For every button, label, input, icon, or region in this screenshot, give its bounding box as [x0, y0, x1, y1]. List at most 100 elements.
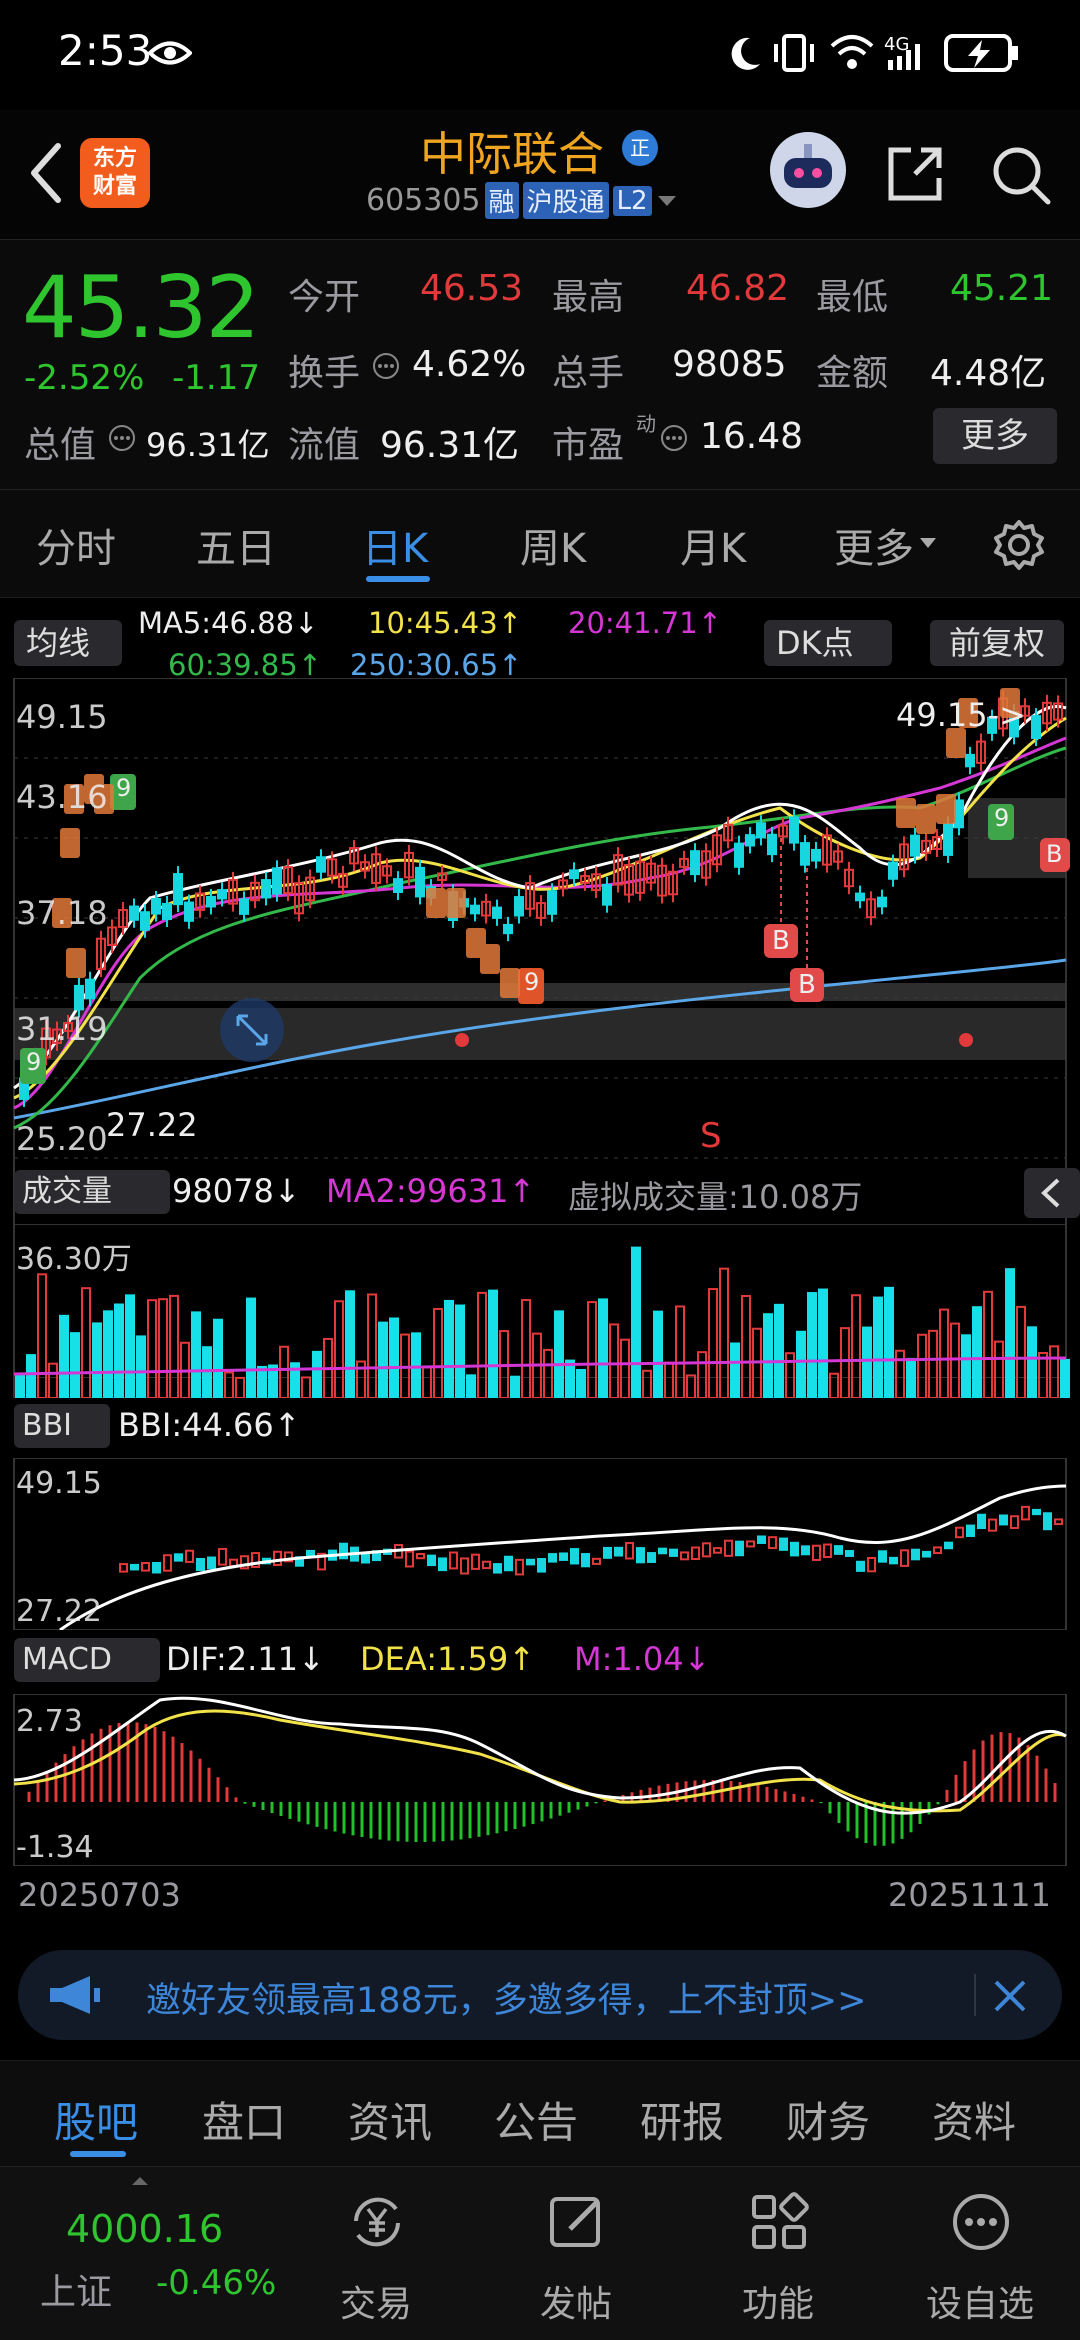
info-dots-icon[interactable]	[660, 424, 688, 452]
volume-bar	[378, 1321, 388, 1398]
bbi-candle	[460, 1557, 469, 1575]
bbi-candle	[768, 1536, 777, 1550]
pe-label: 市盈	[552, 425, 625, 466]
bbi-candle	[592, 1557, 601, 1565]
volume-bar	[59, 1314, 69, 1398]
volume-bar	[763, 1313, 773, 1398]
nav-functions-label: 功能	[741, 2284, 814, 2325]
volume-bar	[125, 1294, 135, 1398]
info-dots-icon[interactable]	[108, 424, 136, 452]
candle-body	[492, 906, 502, 919]
tab-news[interactable]: 资讯	[348, 2089, 432, 2150]
tab-five-day[interactable]: 五日	[196, 516, 276, 574]
promo-banner[interactable]: 邀好友领最高188元，多邀多得，上不封顶>>	[18, 1950, 1062, 2040]
bbi-candle	[207, 1556, 216, 1570]
index-ticker[interactable]: 4000.16 上证 -0.46%	[20, 2167, 290, 2340]
bbi-candle	[878, 1550, 887, 1563]
tab-guba[interactable]: 股吧	[54, 2089, 138, 2150]
volume-selector[interactable]: 成交量	[14, 1170, 170, 1214]
bbi-candle	[1010, 1515, 1019, 1529]
kline-chart-area[interactable]: 均线 MA5:46.88↓ 10:45.43↑ 20:41.71↑ 60:39.…	[0, 598, 1080, 1938]
volume-ma2: MA2:99631↑	[326, 1172, 536, 1210]
bbi-candle	[691, 1546, 700, 1560]
bbi-candle	[427, 1554, 436, 1567]
volume-bar	[433, 1308, 443, 1398]
volume-bar	[917, 1333, 927, 1398]
close-icon[interactable]	[990, 1976, 1030, 2016]
tab-announcements[interactable]: 公告	[494, 2089, 578, 2150]
macd-chart[interactable]	[0, 1694, 1080, 1866]
bbi-candle	[1032, 1508, 1041, 1516]
mktcap-label: 总值	[24, 425, 97, 466]
tab-research[interactable]: 研报	[640, 2089, 724, 2150]
info-dots-icon[interactable]	[372, 352, 400, 380]
volume-bar	[202, 1346, 212, 1398]
collapse-panel-button[interactable]	[1024, 1168, 1080, 1218]
quote-panel: 45.32 -2.52% -1.17 今开 46.53 最高 46.82 最低 …	[0, 240, 1080, 490]
nav-post[interactable]: 发帖	[506, 2167, 646, 2340]
nav-trade[interactable]: 交易	[306, 2167, 446, 2340]
bbi-candle	[273, 1550, 282, 1566]
eye-icon	[148, 41, 192, 65]
assistant-robot-icon[interactable]	[770, 132, 846, 208]
tab-finance[interactable]: 财务	[786, 2089, 870, 2150]
nav-add-watchlist[interactable]: 设自选	[910, 2167, 1050, 2340]
logo-text-bottom: 财富	[92, 174, 137, 199]
tab-monthly-k[interactable]: 月K	[680, 516, 746, 574]
volume-bar	[741, 1295, 751, 1398]
volume-bar	[862, 1326, 872, 1398]
candle-body	[767, 833, 777, 856]
bbi-candle	[911, 1548, 920, 1561]
bbi-candle	[416, 1553, 425, 1560]
volume-bar	[37, 1273, 47, 1398]
macd-selector[interactable]: MACD	[14, 1638, 160, 1682]
more-button[interactable]: 更多	[933, 408, 1057, 464]
volume-bar	[1027, 1326, 1037, 1398]
edit-icon	[550, 2197, 600, 2247]
volume-bar	[851, 1294, 861, 1398]
ma-selector[interactable]: 均线	[14, 620, 122, 666]
search-icon[interactable]	[990, 144, 1052, 206]
volume-bar	[1005, 1268, 1015, 1398]
nine-label: 9	[524, 968, 540, 996]
candle-body	[943, 823, 953, 856]
volume-bar	[477, 1291, 487, 1398]
volume-bar	[664, 1361, 674, 1398]
tab-weekly-k[interactable]: 周K	[520, 516, 586, 574]
index-value: 4000.16	[66, 2207, 224, 2251]
volume-chart[interactable]	[0, 1224, 1080, 1398]
wifi-icon	[830, 35, 874, 69]
stock-name[interactable]: 中际联合	[420, 118, 604, 184]
tab-daily-k[interactable]: 日K	[362, 516, 428, 574]
high-label: 最高	[552, 277, 625, 318]
gear-icon[interactable]	[992, 518, 1046, 572]
bbi-candle	[559, 1552, 568, 1561]
stock-code-row[interactable]: 605305 融 沪股通 L2	[366, 182, 678, 219]
bbi-candle	[658, 1547, 667, 1555]
volume-bar	[1049, 1345, 1059, 1398]
change-percent: -2.52%	[24, 358, 145, 398]
bbi-candle	[955, 1526, 964, 1539]
back-icon[interactable]	[22, 138, 72, 208]
tab-profile[interactable]: 资料	[932, 2089, 1016, 2150]
tab-order-book[interactable]: 盘口	[202, 2089, 286, 2150]
bbi-chart[interactable]	[0, 1458, 1080, 1630]
adjust-mode-button[interactable]: 前复权	[930, 620, 1064, 666]
turnover-label: 换手	[288, 353, 361, 394]
nav-functions[interactable]: 功能	[708, 2167, 848, 2340]
promo-text[interactable]: 邀好友领最高188元，多邀多得，上不封顶>>	[146, 1972, 866, 2023]
volume-bar	[312, 1350, 322, 1398]
bbi-candle	[449, 1551, 458, 1570]
tab-intraday[interactable]: 分时	[36, 516, 116, 574]
bbi-candle	[438, 1557, 447, 1572]
volume-bar	[488, 1289, 498, 1398]
yen-refresh-icon	[354, 2197, 400, 2247]
l2-tag: L2	[612, 185, 652, 216]
share-icon[interactable]	[885, 144, 945, 204]
bbi-candle	[966, 1524, 975, 1537]
volume-bar	[521, 1299, 531, 1398]
nine-label: 9	[116, 774, 132, 802]
dk-point-button[interactable]: DK点	[764, 620, 892, 666]
bbi-selector[interactable]: BBI	[14, 1404, 110, 1448]
tab-more[interactable]: 更多	[834, 516, 914, 574]
